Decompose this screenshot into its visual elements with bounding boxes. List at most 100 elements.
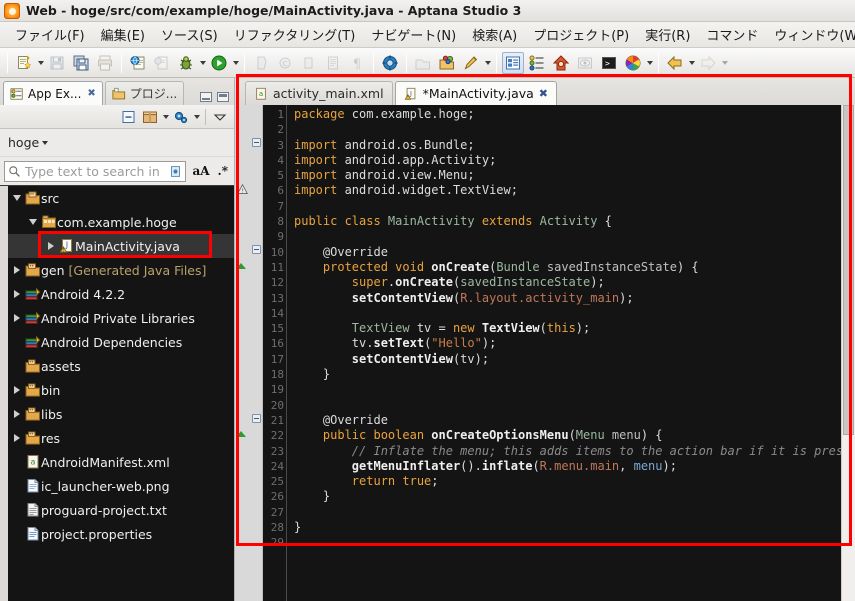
new-java-class-button[interactable]: C xyxy=(274,52,296,74)
fold-marker-icon[interactable] xyxy=(252,138,261,147)
tree-scrollbar[interactable] xyxy=(0,186,8,601)
eye-preview-button[interactable] xyxy=(574,52,596,74)
twisty-icon[interactable] xyxy=(10,386,24,394)
preview-button[interactable] xyxy=(151,52,173,74)
editor-vertical-scrollbar[interactable] xyxy=(841,105,855,601)
fold-marker-icon[interactable] xyxy=(252,245,261,254)
pencil-xml-dropdown-arrow[interactable] xyxy=(483,52,492,74)
tree-item-gen[interactable]: gen [Generated Java Files] xyxy=(0,258,234,282)
code-line[interactable]: @Override xyxy=(294,245,855,260)
twisty-icon[interactable] xyxy=(10,266,24,274)
save-all-button[interactable] xyxy=(70,52,92,74)
close-icon[interactable]: ✖ xyxy=(539,87,548,100)
annotation-gutter[interactable]: ! xyxy=(235,105,250,601)
regex-button[interactable]: .* xyxy=(216,164,230,178)
code-line[interactable]: import android.widget.TextView; xyxy=(294,183,855,198)
tree-item-project-properties[interactable]: project.properties xyxy=(0,522,234,546)
menu-source[interactable]: ソース(S) xyxy=(154,22,225,47)
code-line[interactable]: import android.os.Bundle; xyxy=(294,138,855,153)
new-file-dropdown-arrow[interactable] xyxy=(36,52,45,74)
code-content[interactable]: package com.example.hoge; import android… xyxy=(287,105,855,601)
run-button[interactable] xyxy=(208,52,230,74)
forward-dropdown-arrow[interactable] xyxy=(720,52,729,74)
close-icon[interactable]: ✖ xyxy=(87,88,95,99)
fold-marker-icon[interactable] xyxy=(252,414,261,423)
code-line[interactable]: tv.setText("Hello"); xyxy=(294,336,855,351)
view-tab-project-explorer[interactable]: プロジ... xyxy=(104,81,185,105)
menu-edit[interactable]: 編集(E) xyxy=(94,22,152,47)
twisty-icon[interactable] xyxy=(10,314,24,322)
maximize-icon[interactable] xyxy=(217,92,229,102)
pencil-xml-button[interactable] xyxy=(460,52,482,74)
code-line[interactable]: package com.example.hoge; xyxy=(294,107,855,122)
clear-search-icon[interactable] xyxy=(169,165,182,178)
twisty-icon[interactable] xyxy=(10,410,24,418)
twisty-icon[interactable] xyxy=(44,242,58,250)
case-sensitive-button[interactable]: aA xyxy=(190,164,211,178)
color-wheel-dropdown-arrow[interactable] xyxy=(645,52,654,74)
code-line[interactable] xyxy=(294,199,855,214)
collapse-all-button[interactable] xyxy=(119,107,139,126)
menu-window[interactable]: ウィンドウ(W) xyxy=(767,22,855,47)
twisty-icon[interactable] xyxy=(10,195,24,201)
menu-commands[interactable]: コマンド xyxy=(699,22,765,47)
deploy-home-button[interactable] xyxy=(550,52,572,74)
app-explorer-view-button[interactable] xyxy=(502,51,524,74)
code-line[interactable] xyxy=(294,535,855,550)
back-dropdown-arrow[interactable] xyxy=(687,52,696,74)
new-file-button[interactable] xyxy=(13,52,35,74)
twisty-icon[interactable] xyxy=(10,434,24,442)
code-line[interactable] xyxy=(294,229,855,244)
working-set-button[interactable] xyxy=(140,107,160,126)
collapse-triangle-icon[interactable] xyxy=(236,431,246,437)
back-arrow-button[interactable] xyxy=(664,52,686,74)
android-sdk-manager-button[interactable] xyxy=(379,52,401,74)
tree-item-assets[interactable]: assets xyxy=(0,354,234,378)
tree-item-androidmanifest-xml[interactable]: a AndroidManifest.xml xyxy=(0,450,234,474)
code-line[interactable]: } xyxy=(294,367,855,382)
menu-run[interactable]: 実行(R) xyxy=(638,22,697,47)
tree-item-mainactivity-java[interactable]: J! MainActivity.java xyxy=(0,234,234,258)
menu-navigate[interactable]: ナビゲート(N) xyxy=(364,22,463,47)
code-line[interactable]: protected void onCreate(Bundle savedInst… xyxy=(294,260,855,275)
tree-item-android-dependencies[interactable]: Android Dependencies xyxy=(0,330,234,354)
gear-icon[interactable] xyxy=(171,107,191,126)
code-line[interactable]: setContentView(R.layout.activity_main); xyxy=(294,291,855,306)
code-line[interactable] xyxy=(294,122,855,137)
new-android-project-button[interactable] xyxy=(436,52,458,74)
editor-tab-activity-main-xml[interactable]: a activity_main.xml xyxy=(245,81,393,105)
tree-item-ic-launcher-web-png[interactable]: ic_launcher-web.png xyxy=(0,474,234,498)
new-java-interface-button[interactable] xyxy=(298,52,320,74)
code-line[interactable]: public boolean onCreateOptionsMenu(Menu … xyxy=(294,428,855,443)
gear-dropdown-arrow[interactable] xyxy=(192,106,201,128)
menu-refactor[interactable]: リファクタリング(T) xyxy=(227,22,363,47)
open-perspective-button[interactable] xyxy=(412,52,434,74)
color-wheel-button[interactable] xyxy=(622,52,644,74)
code-line[interactable]: @Override xyxy=(294,413,855,428)
code-line[interactable]: import android.view.Menu; xyxy=(294,168,855,183)
code-line[interactable]: return true; xyxy=(294,474,855,489)
folding-gutter[interactable] xyxy=(250,105,263,601)
working-set-dropdown-arrow[interactable] xyxy=(161,106,170,128)
terminal-button[interactable]: > xyxy=(598,52,620,74)
outline-view-button[interactable] xyxy=(526,52,548,74)
tree-item-libs[interactable]: libs xyxy=(0,402,234,426)
scrollbar-thumb[interactable] xyxy=(843,105,854,435)
tree-item-res[interactable]: res xyxy=(0,426,234,450)
forward-arrow-button[interactable] xyxy=(697,52,719,74)
tree-item-src[interactable]: src xyxy=(0,186,234,210)
code-line[interactable]: } xyxy=(294,489,855,504)
editor-tab-mainactivity-java[interactable]: J! *MainActivity.java ✖ xyxy=(394,81,558,105)
code-line[interactable]: // Inflate the menu; this adds items to … xyxy=(294,444,855,459)
code-line[interactable] xyxy=(294,306,855,321)
working-set-selector[interactable]: hoge xyxy=(8,135,49,150)
code-line[interactable]: setContentView(tv); xyxy=(294,352,855,367)
source-editor[interactable]: ! 1 2 3 4 5 6 7 8 9 10 11 12 13 14 15 16 17 18 19 20 21 22 23 2… xyxy=(235,105,855,601)
tree-item-android-private-libraries[interactable]: Android Private Libraries xyxy=(0,306,234,330)
tree-item-bin[interactable]: bin xyxy=(0,378,234,402)
view-tab-app-explorer[interactable]: App Ex... ✖ xyxy=(3,81,103,105)
code-line[interactable]: } xyxy=(294,520,855,535)
minimize-icon[interactable] xyxy=(200,92,212,102)
menu-search[interactable]: 検索(A) xyxy=(465,22,524,47)
new-java-package-button[interactable] xyxy=(250,52,272,74)
